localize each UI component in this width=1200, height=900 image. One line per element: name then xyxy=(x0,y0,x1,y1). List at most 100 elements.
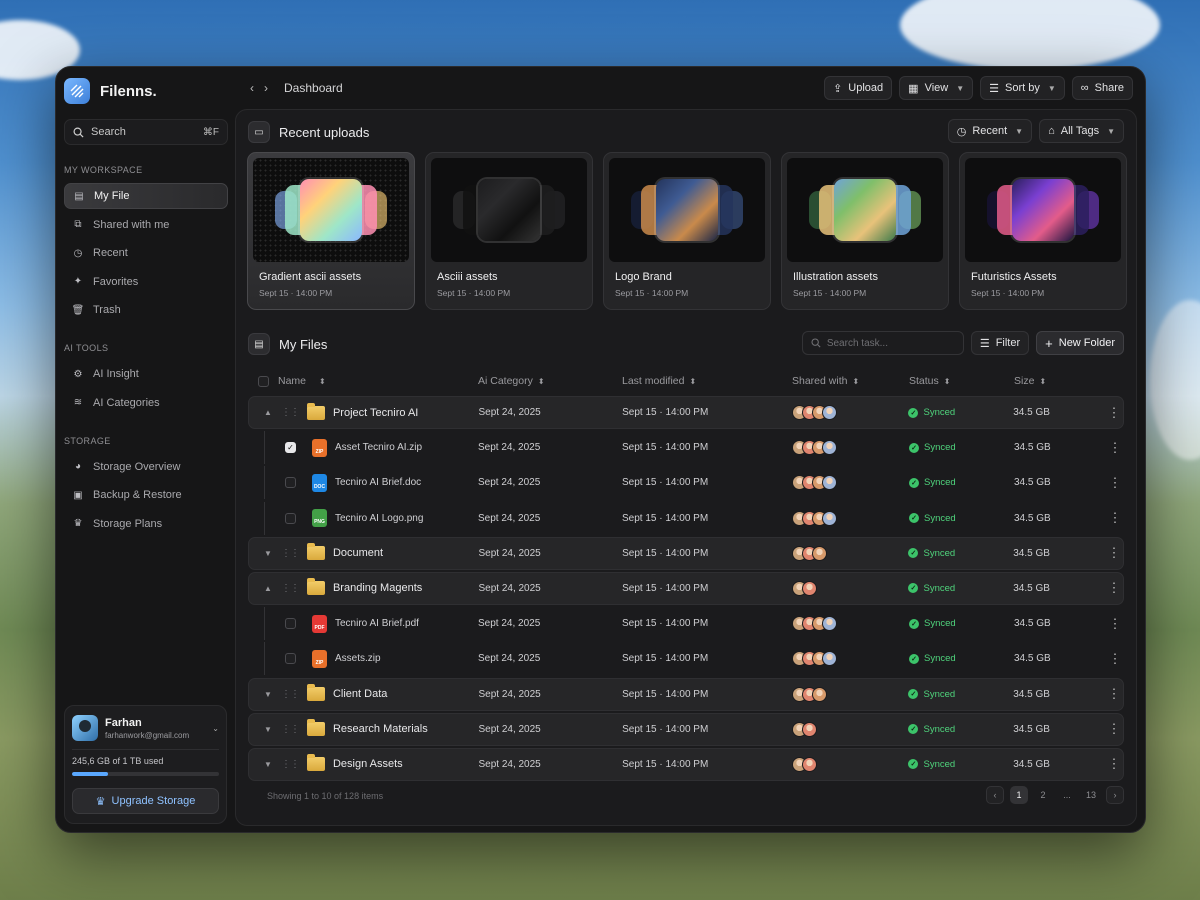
folder-icon xyxy=(306,684,325,701)
file-row[interactable]: PNG Tecniro AI Logo.png Sept 24, 2025 Sept … xyxy=(248,501,1124,535)
search-task-input[interactable]: Search task... xyxy=(801,331,964,355)
folder-row[interactable]: ▲ ⋮⋮ Branding Magents Sept 24, 2025 Sept 15 … xyxy=(248,571,1124,605)
file-row[interactable]: ZIP Assets.zip Sept 24, 2025 Sept 15 · 14:0… xyxy=(248,642,1124,676)
shared-avatars[interactable] xyxy=(791,405,909,420)
drag-handle-icon[interactable]: ⋮⋮ xyxy=(281,689,300,700)
shared-avatars[interactable] xyxy=(791,545,909,561)
more-options-icon[interactable]: ⋮ xyxy=(1106,616,1124,632)
column-modified[interactable]: Last modified ⬍ xyxy=(622,375,792,387)
chevron-down-icon[interactable]: ▼ xyxy=(263,725,273,734)
select-all-checkbox[interactable] xyxy=(257,375,269,387)
row-checkbox[interactable]: ✓ xyxy=(285,442,296,454)
recent-card[interactable]: Gradient ascii assets Sept 15 · 14:00 PM xyxy=(247,152,415,310)
folder-row[interactable]: ▲ ⋮⋮ Project Tecniro AI Sept 24, 2025 Sept 1… xyxy=(248,396,1124,429)
new-folder-button[interactable]: + New Folder xyxy=(1036,331,1124,355)
table-body: ▲ ⋮⋮ Project Tecniro AI Sept 24, 2025 Sept 1… xyxy=(248,396,1124,781)
sidebar-item-storage-overview[interactable]: ◕ Storage Overview xyxy=(64,454,228,480)
column-status[interactable]: Status ⬍ xyxy=(909,375,1014,387)
shared-avatars[interactable] xyxy=(792,440,909,456)
row-checkbox[interactable] xyxy=(285,618,296,630)
more-options-icon[interactable]: ⋮ xyxy=(1105,756,1123,772)
chevron-down-icon[interactable]: ▼ xyxy=(263,549,273,558)
drag-handle-icon[interactable]: ⋮⋮ xyxy=(281,407,300,418)
more-options-icon[interactable]: ⋮ xyxy=(1105,405,1123,421)
sidebar-item-ai-insight[interactable]: ⚙ AI Insight xyxy=(64,361,228,387)
sidebar-item-label: Favorites xyxy=(93,275,139,288)
sidebar-search[interactable]: Search ⌘F xyxy=(64,119,228,145)
shared-avatars[interactable] xyxy=(792,475,909,491)
shared-avatars[interactable] xyxy=(791,721,909,737)
drag-handle-icon[interactable]: ⋮⋮ xyxy=(281,724,300,735)
recent-filter-button[interactable]: ◷ Recent ▼ xyxy=(947,119,1033,143)
sidebar-item-favorites[interactable]: ✦ Favorites xyxy=(64,269,228,295)
avatar xyxy=(822,475,837,491)
sort-label: Sort by xyxy=(1005,82,1040,94)
sidebar-item-backup[interactable]: ▣ Backup & Restore xyxy=(64,482,228,508)
more-options-icon[interactable]: ⋮ xyxy=(1105,721,1123,737)
recent-card[interactable]: Futuristics Assets Sept 15 · 14:00 PM xyxy=(959,152,1127,310)
sidebar-item-ai-categories[interactable]: ≋ AI Categories xyxy=(64,390,228,416)
chevron-down-icon[interactable]: ▼ xyxy=(263,690,273,699)
drag-handle-icon[interactable]: ⋮⋮ xyxy=(281,548,300,559)
column-name[interactable]: Name ⬍ xyxy=(278,375,478,387)
more-options-icon[interactable]: ⋮ xyxy=(1106,510,1124,526)
page-button[interactable]: 1 xyxy=(1010,786,1028,804)
row-checkbox[interactable] xyxy=(285,477,296,489)
next-page-icon[interactable]: › xyxy=(1106,786,1124,804)
status-badge: ✓ Synced xyxy=(909,442,1014,453)
forward-arrow-icon[interactable]: › xyxy=(264,81,268,95)
more-options-icon[interactable]: ⋮ xyxy=(1106,475,1124,491)
recent-card[interactable]: Asciii assets Sept 15 · 14:00 PM xyxy=(425,152,593,310)
upgrade-storage-button[interactable]: ♛ Upgrade Storage xyxy=(72,788,219,814)
page-button[interactable]: 13 xyxy=(1082,786,1100,804)
tags-filter-button[interactable]: ⌂ All Tags ▼ xyxy=(1039,119,1124,143)
file-row[interactable]: DOC Tecniro AI Brief.doc Sept 24, 2025 Sept… xyxy=(248,466,1124,500)
item-modified: Sept 15 · 14:00 PM xyxy=(622,758,709,770)
column-shared[interactable]: Shared with ⬍ xyxy=(792,375,909,387)
more-options-icon[interactable]: ⋮ xyxy=(1106,440,1124,456)
file-row[interactable]: PDF Tecniro AI Brief.pdf Sept 24, 2025 Sept… xyxy=(248,607,1124,641)
recent-card[interactable]: Illustration assets Sept 15 · 14:00 PM xyxy=(781,152,949,310)
row-checkbox[interactable] xyxy=(285,512,296,524)
shared-avatars[interactable] xyxy=(792,510,909,526)
more-options-icon[interactable]: ⋮ xyxy=(1105,580,1123,596)
filter-button[interactable]: ☰ Filter xyxy=(970,331,1030,355)
chevron-down-icon[interactable]: ▼ xyxy=(263,760,273,769)
folder-row[interactable]: ▼ ⋮⋮ Research Materials Sept 24, 2025 Sept 1… xyxy=(248,712,1124,746)
folder-row[interactable]: ▼ ⋮⋮ Document Sept 24, 2025 Sept 15 · 14:00 … xyxy=(248,536,1124,570)
view-button[interactable]: ▦ View ▼ xyxy=(899,76,974,100)
sort-button[interactable]: ☰ Sort by ▼ xyxy=(980,76,1065,100)
column-category[interactable]: Ai Category ⬍ xyxy=(478,375,622,387)
drag-handle-icon[interactable]: ⋮⋮ xyxy=(281,583,300,594)
shared-avatars[interactable] xyxy=(792,651,909,667)
column-size[interactable]: Size ⬍ xyxy=(1014,375,1106,387)
folder-row[interactable]: ▼ ⋮⋮ Design Assets Sept 24, 2025 Sept 15 · 1… xyxy=(248,747,1124,781)
shared-avatars[interactable] xyxy=(791,580,909,596)
shared-avatars[interactable] xyxy=(791,686,909,702)
sidebar-item-storage-plans[interactable]: ♛ Storage Plans xyxy=(64,511,228,537)
shared-avatars[interactable] xyxy=(791,756,909,772)
chevron-up-icon[interactable]: ▲ xyxy=(263,584,273,593)
file-row[interactable]: ✓ ZIP Asset Tecniro AI.zip Sept 24, 2025 Sep… xyxy=(248,431,1124,465)
sidebar-item-recent[interactable]: ◷ Recent xyxy=(64,240,228,266)
item-modified: Sept 15 · 14:00 PM xyxy=(622,512,709,524)
back-arrow-icon[interactable]: ‹ xyxy=(250,81,254,95)
row-checkbox[interactable] xyxy=(285,653,296,665)
pagination-info: Showing 1 to 10 of 128 items xyxy=(267,791,384,801)
page-button[interactable]: 2 xyxy=(1034,786,1052,804)
sidebar-item-trash[interactable]: 🗑︎ Trash xyxy=(64,297,228,323)
more-options-icon[interactable]: ⋮ xyxy=(1105,545,1123,561)
sidebar-item-my-file[interactable]: ▤ My File xyxy=(64,183,228,209)
prev-page-icon[interactable]: ‹ xyxy=(986,786,1004,804)
user-switcher[interactable]: Farhan farhanwork@gmail.com ⌄ xyxy=(72,713,219,743)
more-options-icon[interactable]: ⋮ xyxy=(1105,686,1123,702)
folder-row[interactable]: ▼ ⋮⋮ Client Data Sept 24, 2025 Sept 15 · 14:… xyxy=(248,677,1124,711)
sidebar-item-shared[interactable]: ⧉ Shared with me xyxy=(64,212,228,238)
more-options-icon[interactable]: ⋮ xyxy=(1106,651,1124,667)
drag-handle-icon[interactable]: ⋮⋮ xyxy=(281,759,300,770)
shared-avatars[interactable] xyxy=(792,616,909,632)
upload-button[interactable]: ⇪ Upload xyxy=(824,76,893,100)
recent-card[interactable]: Logo Brand Sept 15 · 14:00 PM xyxy=(603,152,771,310)
share-button[interactable]: ∞ Share xyxy=(1071,76,1133,100)
chevron-up-icon[interactable]: ▲ xyxy=(263,408,273,417)
